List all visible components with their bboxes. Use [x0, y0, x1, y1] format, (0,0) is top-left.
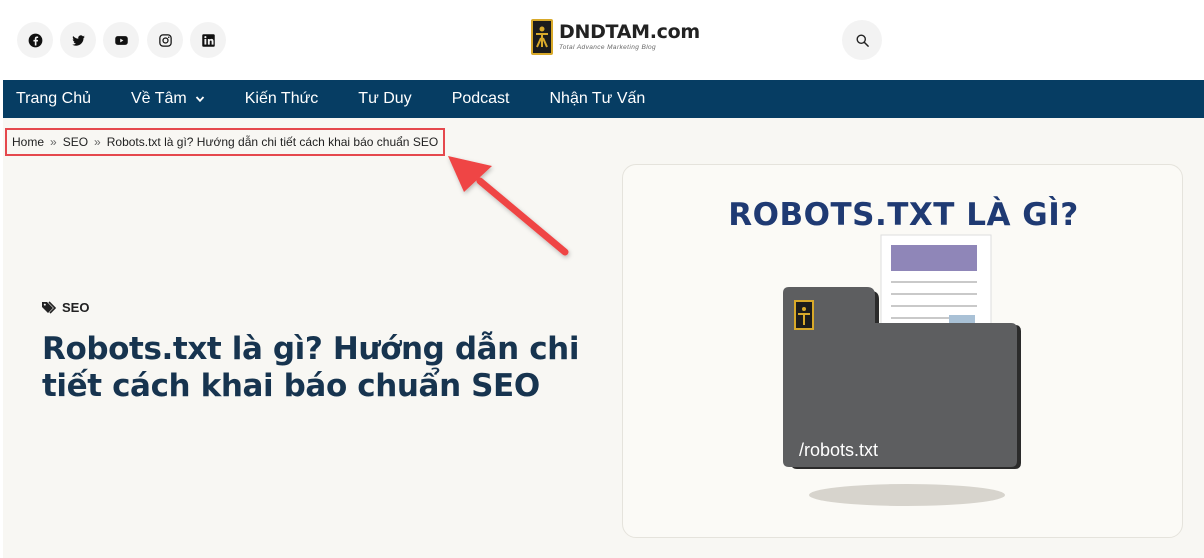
breadcrumb-current: Robots.txt là gì? Hướng dẫn chi tiết các… — [106, 135, 439, 149]
nav-item-trang-chu[interactable]: Trang Chủ — [3, 80, 111, 118]
breadcrumb-home[interactable]: Home — [12, 135, 44, 149]
linkedin-link[interactable] — [190, 22, 226, 58]
youtube-link[interactable] — [103, 22, 139, 58]
tag-icon — [42, 301, 57, 314]
logo-tagline: Total Advance Marketing Blog — [559, 43, 657, 51]
nav-item-label: Trang Chủ — [16, 90, 91, 107]
site-header: DNDTAM.com Total Advance Marketing Blog — [0, 0, 1204, 80]
nav-item-label: Podcast — [451, 90, 510, 107]
linkedin-icon — [201, 33, 215, 47]
twitter-icon — [71, 34, 85, 46]
folder-illustration — [783, 234, 1021, 506]
folder-label: /robots.txt — [799, 440, 879, 460]
instagram-link[interactable] — [147, 22, 183, 58]
nav-item-label: Tư Duy — [358, 90, 412, 107]
breadcrumb-category[interactable]: SEO — [63, 135, 88, 149]
post-title: Robots.txt là gì? Hướng dẫn chi tiết các… — [42, 331, 580, 404]
featured-image: ROBOTS.TXT LÀ GÌ? /robots.txt — [622, 164, 1183, 538]
instagram-icon — [158, 33, 172, 47]
logo-mark-icon — [531, 19, 553, 55]
nav-item-podcast[interactable]: Podcast — [432, 80, 530, 118]
youtube-icon — [114, 35, 128, 45]
nav-item-label: Nhận Tư Vấn — [549, 90, 646, 107]
site-logo[interactable]: DNDTAM.com Total Advance Marketing Blog — [531, 19, 700, 55]
nav-item-ve-tam[interactable]: Về Tâm — [111, 80, 225, 118]
annotation-arrow — [448, 156, 569, 256]
breadcrumb: Home » SEO » Robots.txt là gì? Hướng dẫn… — [5, 128, 445, 156]
breadcrumb-separator: » — [94, 135, 101, 149]
facebook-icon — [28, 33, 42, 47]
post-category[interactable]: SEO — [42, 300, 89, 315]
search-icon — [856, 34, 869, 47]
nav-item-tu-duy[interactable]: Tư Duy — [338, 80, 431, 118]
nav-item-label: Về Tâm — [131, 90, 187, 107]
twitter-link[interactable] — [60, 22, 96, 58]
breadcrumb-separator: » — [50, 135, 57, 149]
logo-name: DNDTAM.com — [559, 20, 700, 43]
nav-item-kien-thuc[interactable]: Kiến Thức — [225, 80, 339, 118]
chevron-down-icon — [195, 96, 204, 103]
nav-item-nhan-tu-van[interactable]: Nhận Tư Vấn — [530, 80, 666, 118]
main-nav: Trang Chủ Về Tâm Kiến Thức Tư Duy Podcas… — [3, 80, 1204, 118]
post-category-label: SEO — [62, 300, 90, 315]
nav-item-label: Kiến Thức — [244, 90, 319, 107]
facebook-link[interactable] — [17, 22, 53, 58]
search-button[interactable] — [842, 20, 882, 60]
